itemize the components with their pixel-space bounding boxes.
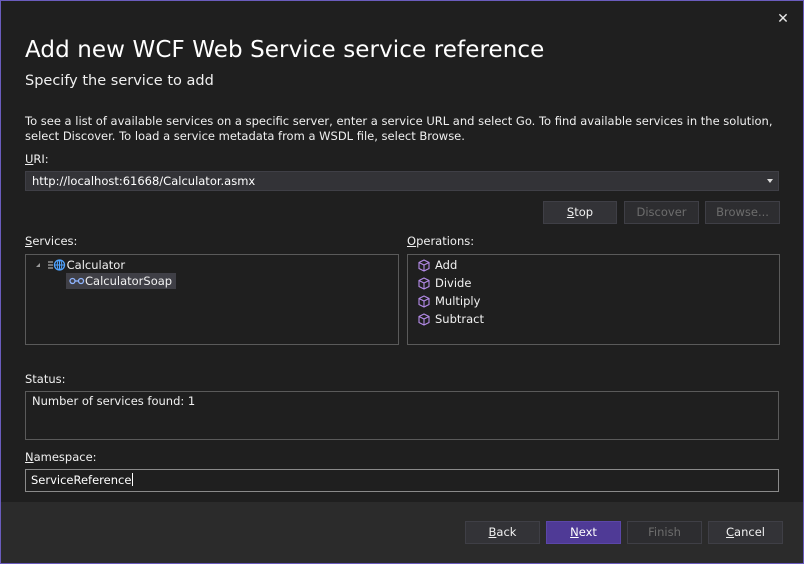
discover-button[interactable]: Discover [624, 201, 699, 224]
expand-arrow-icon[interactable] [34, 258, 43, 272]
cancel-button[interactable]: Cancel [708, 521, 783, 544]
operation-item[interactable]: Divide [418, 275, 471, 291]
operations-label: Operations: [407, 234, 475, 248]
dialog: ✕ Add new WCF Web Service service refere… [0, 0, 804, 564]
endpoint-name: CalculatorSoap [85, 274, 173, 288]
close-icon[interactable]: ✕ [775, 11, 791, 27]
tree-node-calculatorsoap[interactable]: CalculatorSoap [66, 273, 177, 289]
status-text: Number of services found: 1 [32, 394, 196, 408]
back-button[interactable]: Back [465, 521, 540, 544]
uri-label: URI: [25, 152, 49, 166]
uri-combobox[interactable]: http://localhost:61668/Calculator.asmx [25, 171, 779, 191]
service-name: Calculator [66, 258, 126, 272]
cube-icon [418, 313, 430, 326]
operation-item[interactable]: Multiply [418, 293, 480, 309]
cube-icon [418, 259, 430, 272]
tree-node-calculator[interactable]: Calculator [34, 258, 125, 272]
uri-value: http://localhost:61668/Calculator.asmx [32, 174, 256, 188]
dialog-footer: Back Next Finish Cancel [1, 502, 803, 563]
text-caret [132, 473, 134, 486]
dialog-title: Add new WCF Web Service service referenc… [25, 37, 545, 63]
instructions-text: To see a list of available services on a… [25, 114, 773, 143]
namespace-label: Namespace: [25, 450, 97, 464]
operation-item[interactable]: Subtract [418, 311, 484, 327]
cube-icon [418, 295, 430, 308]
finish-button[interactable]: Finish [627, 521, 702, 544]
dialog-subtitle: Specify the service to add [25, 73, 214, 89]
operation-item[interactable]: Add [418, 257, 457, 273]
services-label: Services: [25, 234, 78, 248]
services-tree[interactable]: Calculator CalculatorSoap [25, 254, 399, 345]
namespace-value: ServiceReference [31, 473, 132, 487]
next-button[interactable]: Next [546, 521, 621, 544]
chevron-down-icon[interactable] [767, 179, 773, 183]
stop-button[interactable]: Stop [543, 201, 617, 224]
status-box: Number of services found: 1 [25, 391, 779, 440]
cube-icon [418, 277, 430, 290]
globe-icon [47, 259, 65, 271]
namespace-input[interactable]: ServiceReference [25, 469, 779, 492]
browse-button[interactable]: Browse... [705, 201, 780, 224]
operations-list[interactable]: Add Divide Multiply Subtract [407, 254, 780, 345]
status-label: Status: [25, 372, 66, 386]
endpoint-icon [69, 277, 85, 285]
